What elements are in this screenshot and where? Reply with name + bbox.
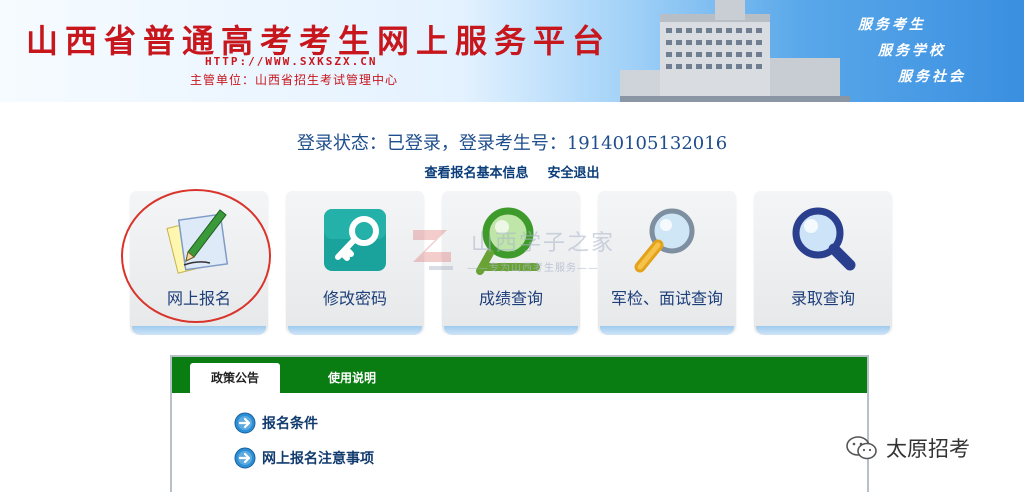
slogan-group: 服务考生 服务学校 服务社会: [858, 14, 966, 92]
tab-policy-announcements[interactable]: 政策公告: [190, 363, 280, 393]
account-links: 查看报名基本信息 安全退出: [0, 162, 1024, 181]
wechat-icon: [846, 436, 877, 460]
notice-panel: 政策公告 使用说明 报名条件 网上报名注意事项: [170, 355, 869, 492]
site-url: HTTP://WWW.SXKSZX.CN: [205, 55, 378, 68]
magnifier-yellow-icon: [634, 208, 695, 273]
arrow-right-circle-icon: [234, 447, 256, 469]
login-status: 登录状态：已登录，登录考生号：19140105132016: [296, 133, 728, 154]
notice-tab-bar: 政策公告 使用说明: [172, 357, 867, 393]
tile-admission-query[interactable]: 录取查询: [754, 191, 892, 335]
building-image: [620, 0, 850, 102]
key-icon: [324, 209, 386, 271]
pencil-paper-icon: [166, 209, 229, 274]
tile-label: 修改密码: [322, 289, 387, 308]
slogan-1: 服务考生: [858, 17, 926, 33]
arrow-right-circle-icon: [234, 412, 256, 434]
magnifier-green-icon: [476, 207, 540, 275]
notice-item-label: 网上报名注意事项: [262, 451, 374, 467]
header-banner: 山西省普通高考考生网上服务平台 HTTP://WWW.SXKSZX.CN 主管单…: [0, 0, 1024, 102]
slogan-2: 服务学校: [878, 43, 946, 59]
tile-exam-interview-query[interactable]: 军检、面试查询: [598, 191, 736, 335]
tab-instructions[interactable]: 使用说明: [312, 363, 392, 393]
tile-label: 成绩查询: [478, 289, 543, 308]
tile-score-query[interactable]: 成绩查询: [442, 191, 580, 335]
tile-label: 录取查询: [790, 289, 855, 308]
site-org: 主管单位：山西省招生考试管理中心: [190, 73, 399, 87]
tile-label: 军检、面试查询: [610, 289, 723, 308]
wechat-account-name: 太原招考: [886, 437, 970, 461]
tile-online-registration[interactable]: 网上报名: [130, 191, 268, 335]
notice-item-label: 报名条件: [262, 416, 318, 432]
slogan-3: 服务社会: [898, 69, 966, 85]
logout-link[interactable]: 安全退出: [548, 166, 600, 181]
view-registration-info-link[interactable]: 查看报名基本信息: [424, 166, 528, 181]
tile-change-password[interactable]: 修改密码: [286, 191, 424, 335]
magnifier-blue-icon: [792, 207, 856, 271]
tile-label: 网上报名: [166, 289, 231, 308]
